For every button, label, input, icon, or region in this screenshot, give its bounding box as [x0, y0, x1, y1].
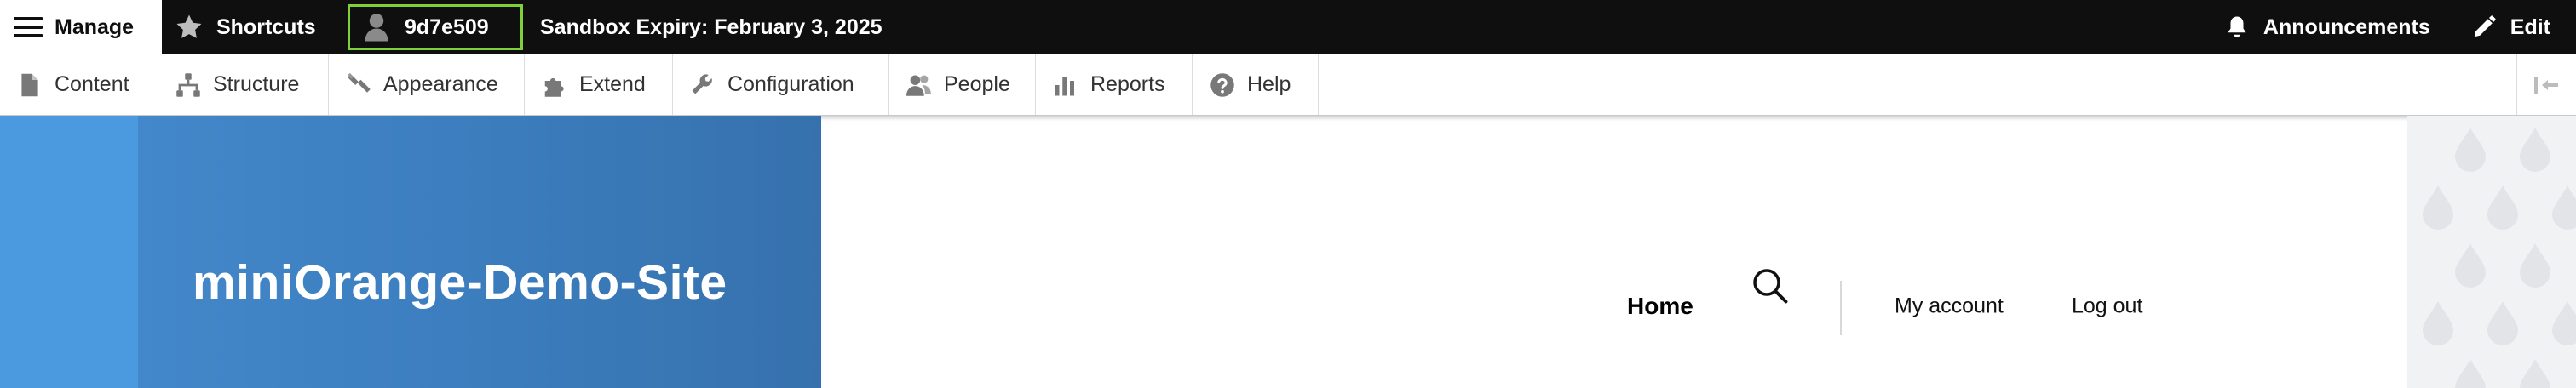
admin-toolbar: Manage Shortcuts 9d7e509 Sandbox Expiry:… [0, 0, 2576, 54]
header-drop-pattern [2407, 116, 2576, 388]
drop-pattern-shape [2423, 185, 2453, 230]
announcements-label: Announcements [2263, 14, 2430, 39]
tray-item-help[interactable]: Help [1193, 54, 1319, 115]
help-icon [1210, 72, 1235, 98]
tray-item-label: Reports [1090, 72, 1165, 96]
paintbrush-icon [346, 72, 371, 98]
sandbox-expiry-text: Sandbox Expiry: February 3, 2025 [540, 14, 883, 39]
drop-pattern-shape [2455, 359, 2486, 388]
collapse-left-icon [2533, 75, 2562, 95]
tray-item-label: People [944, 72, 1010, 96]
tray-orientation-toggle[interactable] [2516, 54, 2576, 115]
tray-item-label: Structure [213, 72, 300, 96]
file-icon [17, 72, 43, 98]
user-icon [364, 12, 389, 43]
announcements-button[interactable]: Announcements [2224, 0, 2471, 54]
bell-icon [2224, 14, 2250, 41]
tray-item-label: Help [1247, 72, 1291, 96]
toolbar-right: Announcements Edit [2224, 0, 2576, 54]
wrench-icon [690, 72, 716, 98]
drop-pattern-shape [2423, 301, 2453, 345]
drop-pattern-shape [2552, 185, 2576, 230]
bar-chart-icon [1053, 72, 1078, 98]
tray-item-appearance[interactable]: Appearance [329, 54, 525, 115]
site-branding: miniOrange-Demo-Site [0, 116, 821, 388]
drop-pattern-shape [2520, 359, 2550, 388]
search-button[interactable] [1751, 267, 1789, 305]
edit-button[interactable]: Edit [2471, 0, 2576, 54]
search-icon [1751, 267, 1789, 305]
manage-label: Manage [55, 14, 135, 39]
tray-item-content[interactable]: Content [0, 54, 158, 115]
drop-pattern-shape [2520, 243, 2550, 288]
tray-item-people[interactable]: People [889, 54, 1036, 115]
drop-pattern-shape [2487, 301, 2518, 345]
user-account-button[interactable]: 9d7e509 [348, 4, 523, 50]
pencil-icon [2471, 14, 2497, 40]
drop-pattern-shape [2552, 301, 2576, 345]
shortcuts-label: Shortcuts [216, 14, 316, 39]
hamburger-menu-icon [14, 15, 43, 39]
manage-button[interactable]: Manage [0, 0, 162, 54]
admin-menu-tray: Content Structure Appearance Extend Conf… [0, 54, 2576, 116]
tray-item-structure[interactable]: Structure [158, 54, 329, 115]
edit-label: Edit [2510, 14, 2550, 39]
tray-item-label: Content [55, 72, 129, 96]
star-icon [174, 13, 204, 42]
sitemap-icon [175, 72, 201, 98]
tray-item-extend[interactable]: Extend [525, 54, 673, 115]
site-header: miniOrange-Demo-Site Home My account Log… [0, 116, 2576, 388]
tray-item-label: Extend [579, 72, 646, 96]
nav-home-link[interactable]: Home [1627, 293, 1693, 320]
tray-item-label: Appearance [383, 72, 498, 96]
tray-item-label: Configuration [727, 72, 854, 96]
tray-item-configuration[interactable]: Configuration [673, 54, 889, 115]
nav-divider [1840, 281, 1842, 335]
drop-pattern-shape [2487, 185, 2518, 230]
people-icon [906, 72, 932, 98]
shortcuts-button[interactable]: Shortcuts [162, 0, 344, 54]
drop-pattern-shape [2455, 243, 2486, 288]
branding-accent-stripe [0, 116, 138, 388]
my-account-link[interactable]: My account [1895, 294, 2004, 319]
site-name-link[interactable]: miniOrange-Demo-Site [193, 254, 727, 311]
puzzle-icon [542, 72, 567, 98]
user-name: 9d7e509 [405, 14, 489, 39]
drop-pattern-shape [2520, 128, 2550, 172]
tray-item-reports[interactable]: Reports [1036, 54, 1193, 115]
logout-link[interactable]: Log out [2072, 294, 2142, 319]
drop-pattern-shape [2455, 128, 2486, 172]
